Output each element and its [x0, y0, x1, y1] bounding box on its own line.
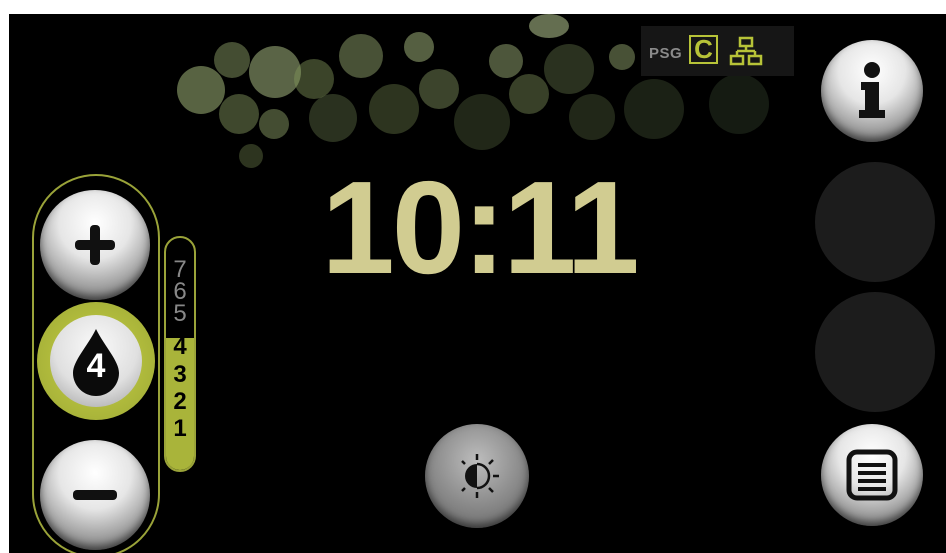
level-scale[interactable]: 7 6 5 4 3 2 1	[164, 236, 196, 472]
level-display: 4	[37, 302, 155, 420]
kiosk-screen: PSG C 10:11 4 7 6 5 4 3 2 1	[9, 14, 946, 553]
scale-label: 5	[173, 300, 187, 327]
info-icon	[821, 40, 923, 142]
empty-button-slot	[815, 162, 935, 282]
menu-icon	[821, 424, 923, 526]
psg-label: PSG	[649, 45, 683, 62]
minus-icon	[40, 440, 150, 550]
scale-label: 3	[173, 361, 187, 388]
status-badge: PSG C	[641, 26, 794, 76]
decrease-button[interactable]	[40, 440, 150, 550]
brightness-icon	[425, 424, 529, 528]
scale-label: 2	[173, 388, 187, 415]
scale-label: 1	[173, 415, 187, 442]
clock-display: 10:11	[321, 154, 639, 301]
mode-indicator: C	[689, 35, 718, 64]
brightness-button[interactable]	[425, 424, 529, 528]
level-knob: 4	[50, 315, 142, 407]
level-number: 4	[86, 347, 106, 385]
plus-icon	[40, 190, 150, 300]
network-icon	[729, 36, 763, 66]
scale-label: 4	[173, 333, 187, 360]
info-button[interactable]	[821, 40, 923, 142]
increase-button[interactable]	[40, 190, 150, 300]
menu-button[interactable]	[821, 424, 923, 526]
empty-button-slot	[815, 292, 935, 412]
